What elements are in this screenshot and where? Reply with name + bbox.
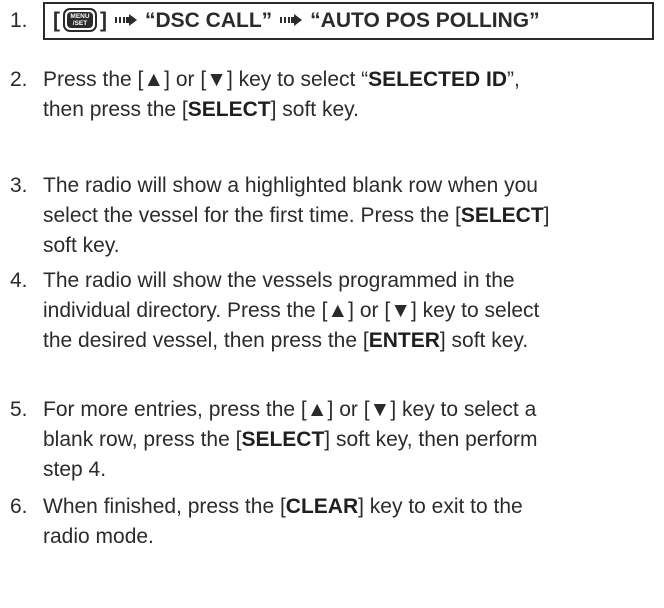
step-2-line-2: then press the [SELECT] soft key. bbox=[43, 95, 655, 125]
step-5-text: For more entries, press the [▲] or [▼] k… bbox=[43, 395, 655, 485]
bold-segment: SELECT bbox=[187, 98, 271, 121]
text-segment: then press the [ bbox=[43, 98, 188, 121]
menu-path-dsc-call: “DSC CALL” bbox=[145, 9, 273, 32]
step-5-line-1: For more entries, press the [▲] or [▼] k… bbox=[43, 398, 537, 421]
key-bracket-close: ] bbox=[100, 9, 107, 32]
manual-page: 1. [ MENU /SET ] “DSC CALL” “AUTO POS PO… bbox=[0, 0, 664, 608]
menu-set-key-icon: MENU /SET bbox=[63, 8, 97, 32]
step-3-line-3: soft key. bbox=[43, 234, 120, 257]
step-6-number: 6. bbox=[10, 495, 28, 518]
text-segment: ] bbox=[543, 204, 550, 227]
step-4-number: 4. bbox=[10, 269, 28, 292]
text-segment: ] soft key. bbox=[439, 329, 529, 352]
arrow-right-icon bbox=[280, 14, 303, 26]
bold-segment: SELECT bbox=[241, 428, 325, 451]
bold-segment: ENTER bbox=[368, 329, 440, 352]
text-segment: ] key to exit to the bbox=[358, 495, 523, 518]
step-4-line-1: The radio will show the vessels programm… bbox=[43, 269, 515, 292]
text-segment: Press the [▲] or [▼] key to select “ bbox=[43, 68, 369, 91]
step-6-line-1: When finished, press the [CLEAR] key to … bbox=[43, 492, 655, 522]
key-bracket-open: [ bbox=[53, 9, 60, 32]
step-5-number: 5. bbox=[10, 398, 28, 421]
step-3-line-2: select the vessel for the first time. Pr… bbox=[43, 201, 655, 231]
text-segment: ”, bbox=[507, 68, 520, 91]
menu-path-box: [ MENU /SET ] “DSC CALL” “AUTO POS POLLI… bbox=[43, 2, 654, 40]
step-5-line-2: blank row, press the [SELECT] soft key, … bbox=[43, 425, 655, 455]
step-2-number: 2. bbox=[10, 68, 28, 91]
arrow-right-icon bbox=[115, 14, 137, 26]
text-segment: select the vessel for the first time. Pr… bbox=[43, 204, 461, 227]
step-2-text: Press the [▲] or [▼] key to select “SELE… bbox=[43, 65, 655, 125]
step-3-line-1: The radio will show a highlighted blank … bbox=[43, 174, 538, 197]
step-5-line-3: step 4. bbox=[43, 458, 107, 481]
step-4-line-2: individual directory. Press the [▲] or [… bbox=[43, 299, 540, 322]
step-6-text: When finished, press the [CLEAR] key to … bbox=[43, 492, 655, 552]
bold-segment: SELECTED ID bbox=[368, 68, 508, 91]
step-4-line-3: the desired vessel, then press the [ENTE… bbox=[43, 326, 655, 356]
step-6-line-2: radio mode. bbox=[43, 525, 154, 548]
step-1-number: 1. bbox=[10, 9, 28, 32]
menu-path-auto-pos-polling: “AUTO POS POLLING” bbox=[310, 9, 540, 32]
bold-segment: CLEAR bbox=[285, 495, 359, 518]
text-segment: blank row, press the [ bbox=[43, 428, 242, 451]
text-segment: ] soft key, then perform bbox=[324, 428, 538, 451]
text-segment: When finished, press the [ bbox=[43, 495, 286, 518]
step-3-number: 3. bbox=[10, 174, 28, 197]
step-4-text: The radio will show the vessels programm… bbox=[43, 266, 655, 356]
text-segment: the desired vessel, then press the [ bbox=[43, 329, 369, 352]
step-2-line-1: Press the [▲] or [▼] key to select “SELE… bbox=[43, 65, 655, 95]
step-3-text: The radio will show a highlighted blank … bbox=[43, 171, 655, 261]
bold-segment: SELECT bbox=[460, 204, 544, 227]
set-key-label: /SET bbox=[72, 20, 88, 27]
menu-key-label: MENU bbox=[70, 13, 90, 20]
text-segment: ] soft key. bbox=[270, 98, 359, 121]
